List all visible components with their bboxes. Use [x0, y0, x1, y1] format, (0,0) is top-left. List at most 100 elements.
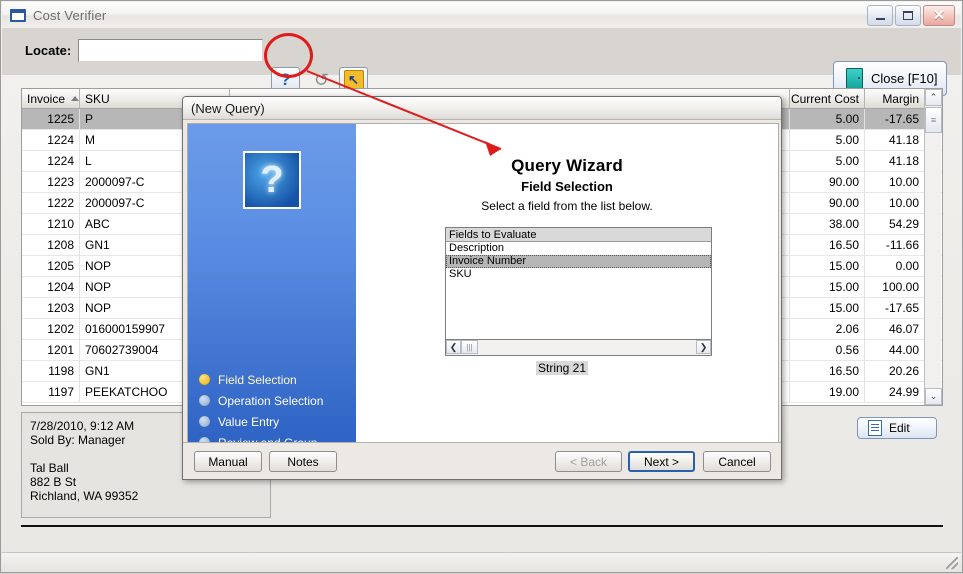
jump-arrow-icon: ↖ [343, 69, 364, 90]
manual-button[interactable]: Manual [194, 451, 262, 472]
scroll-down-button[interactable]: ⌄ [925, 388, 942, 405]
toolbar: Locate: ? ↺ ↖ Close [F10] [2, 28, 961, 96]
close-icon: ✕ [932, 7, 946, 24]
back-button: < Back [555, 451, 622, 472]
window-titlebar: Cost Verifier ✕ [2, 2, 961, 29]
maximize-button[interactable] [895, 5, 921, 26]
cell-invoice: 1203 [22, 298, 80, 318]
column-header-current-cost-label: Current Cost [790, 91, 859, 106]
cell-current-cost: 90.00 [790, 172, 865, 192]
cell-current-cost: 15.00 [790, 277, 865, 297]
wizard-titlebar: (New Query) [183, 97, 781, 120]
scroll-left-button[interactable]: ❮ [446, 340, 461, 354]
cell-invoice: 1204 [22, 277, 80, 297]
cancel-button[interactable]: Cancel [703, 451, 771, 472]
cell-margin: 20.26 [865, 361, 925, 381]
content-bottom-divider [21, 525, 943, 527]
list-item[interactable]: SKU [446, 268, 711, 281]
cell-invoice: 1210 [22, 214, 80, 234]
cell-current-cost: 0.56 [790, 340, 865, 360]
next-button[interactable]: Next > [628, 451, 695, 472]
query-wizard-icon: ? [243, 151, 301, 209]
column-header-current-cost[interactable]: Current Cost [790, 89, 865, 108]
close-window-button[interactable]: ✕ [923, 5, 955, 26]
resize-grip-icon[interactable] [946, 557, 958, 569]
column-header-invoice[interactable]: Invoice [22, 89, 80, 108]
cell-margin: 0.00 [865, 256, 925, 276]
cell-invoice: 1208 [22, 235, 80, 255]
wizard-step-list: Field Selection Operation Selection Value … [199, 369, 349, 453]
chevron-right-icon: ❯ [699, 341, 708, 352]
locate-input[interactable] [78, 39, 263, 62]
list-item[interactable]: Invoice Number [446, 255, 711, 268]
column-header-invoice-label: Invoice [27, 91, 66, 106]
step-dot-icon [199, 416, 210, 427]
wizard-instruction: Select a field from the list below. [481, 199, 653, 213]
step-dot-icon [199, 395, 210, 406]
exit-door-icon [846, 68, 863, 89]
back-button-label: < Back [569, 454, 608, 469]
hscrollbar-track[interactable] [478, 340, 696, 355]
window-icon [10, 8, 26, 22]
edit-button[interactable]: Edit [857, 417, 937, 439]
scrollbar-thumb[interactable]: ≡ [925, 107, 942, 133]
cell-invoice: 1197 [22, 382, 80, 402]
wizard-step-label: Value Entry [218, 414, 280, 429]
cell-margin: 54.29 [865, 214, 925, 234]
question-mark-icon: ? [280, 70, 291, 89]
cell-current-cost: 2.06 [790, 319, 865, 339]
wizard-step: Operation Selection [199, 390, 349, 411]
wizard-footer: Manual Notes < Back Next > Cancel [183, 442, 781, 479]
wizard-heading-block: Query Wizard Field Selection Select a fi… [356, 156, 778, 213]
column-header-margin[interactable]: Margin [865, 89, 925, 108]
maximize-icon [903, 11, 913, 20]
cell-current-cost: 15.00 [790, 256, 865, 276]
notes-button-label: Notes [287, 454, 319, 469]
cell-invoice: 1224 [22, 130, 80, 150]
cell-current-cost: 5.00 [790, 109, 865, 129]
sort-ascending-icon [71, 96, 79, 101]
cell-current-cost: 19.00 [790, 382, 865, 402]
info-customer-city: Richland, WA 99352 [30, 489, 139, 503]
cell-current-cost: 16.50 [790, 361, 865, 381]
cell-margin: 24.99 [865, 382, 925, 402]
cell-invoice: 1223 [22, 172, 80, 192]
wizard-title-label: (New Query) [191, 100, 265, 116]
list-item[interactable]: Description [446, 242, 711, 255]
fields-to-evaluate-list[interactable]: Fields to Evaluate Description Invoice Nu… [445, 227, 712, 340]
wizard-step-label: Operation Selection [218, 393, 324, 408]
chevron-up-icon: ⌃ [929, 92, 938, 102]
cell-margin: 100.00 [865, 277, 925, 297]
scroll-right-button[interactable]: ❯ [696, 340, 711, 354]
document-icon [868, 420, 882, 436]
cell-margin: 46.07 [865, 319, 925, 339]
hscrollbar-thumb[interactable]: ||| [461, 340, 478, 354]
cell-invoice: 1198 [22, 361, 80, 381]
next-button-label: Next > [643, 454, 679, 469]
minimize-button[interactable] [867, 5, 893, 26]
column-header-sku-label: SKU [85, 91, 110, 106]
query-wizard-dialog: (New Query) ? Field Selection Operation S… [182, 96, 782, 480]
cell-margin: -17.65 [865, 298, 925, 318]
scroll-up-button[interactable]: ⌃ [925, 89, 942, 106]
window-controls: ✕ [867, 5, 955, 26]
cost-verifier-window: Cost Verifier ✕ Locate: ? ↺ ↖ Close [F10… [0, 0, 963, 573]
cell-invoice: 1222 [22, 193, 80, 213]
wizard-main-panel: Query Wizard Field Selection Select a fi… [356, 124, 778, 442]
fields-list-horizontal-scrollbar[interactable]: ❮ ||| ❯ [445, 340, 712, 356]
manual-button-label: Manual [208, 454, 248, 469]
wizard-step: Field Selection [199, 369, 349, 390]
notes-button[interactable]: Notes [269, 451, 337, 472]
cell-invoice: 1224 [22, 151, 80, 171]
cell-current-cost: 38.00 [790, 214, 865, 234]
edit-button-label: Edit [889, 421, 910, 435]
grid-vertical-scrollbar[interactable]: ⌃ ≡ ⌄ [924, 89, 942, 405]
cell-invoice: 1201 [22, 340, 80, 360]
cell-invoice: 1202 [22, 319, 80, 339]
cell-current-cost: 5.00 [790, 130, 865, 150]
wizard-step: Value Entry [199, 411, 349, 432]
wizard-body: ? Field Selection Operation Selection Valu… [187, 123, 779, 450]
step-dot-icon [199, 374, 210, 385]
minimize-icon [875, 17, 885, 20]
cell-invoice: 1225 [22, 109, 80, 129]
